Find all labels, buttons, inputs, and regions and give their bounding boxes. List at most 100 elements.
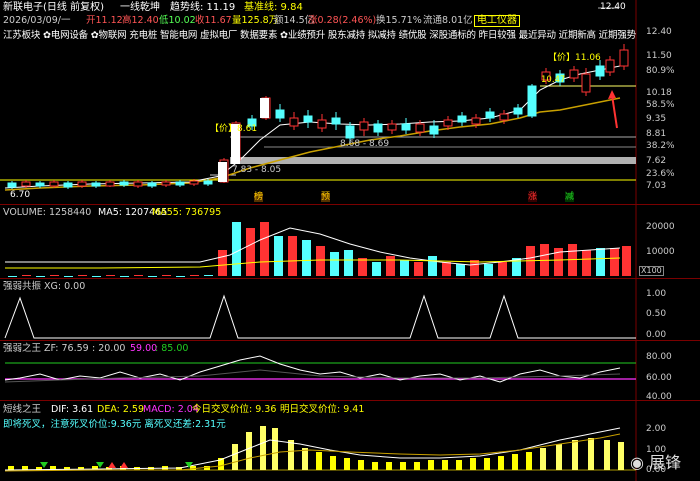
volume-bar [120, 276, 129, 277]
volume-bar [330, 252, 339, 276]
concept-tags[interactable]: 江苏板块 ✿电网设备 ✿物联网 充电桩 智能电网 虚拟电厂 数据要素 ✿业绩预升… [3, 31, 636, 41]
zf-axis-label: 60.00 [646, 373, 672, 383]
macd-bar [572, 440, 578, 470]
macd-bar [288, 440, 294, 470]
volume-bar [22, 275, 31, 276]
tomorrow-cross-price: 明日交叉价位: 9.41 [280, 404, 365, 415]
volume-bar [148, 276, 157, 277]
macd-bar [358, 460, 364, 470]
industry-tag[interactable]: 电工仪器 [474, 15, 520, 27]
volume-bar [596, 248, 605, 276]
death-cross-note: 即将死叉，注意死叉价位:9.36元 离死叉还差:2.31元 [3, 419, 226, 430]
volume-bar [50, 275, 59, 276]
macd-bar [386, 462, 392, 470]
price-axis-label: 80.9% [646, 66, 675, 76]
zf-value-3: : 85.00 [155, 343, 189, 354]
quote-volume: 量125.8万 [232, 15, 279, 26]
range-a: 8.68 - 8.69 [340, 139, 390, 149]
macd-bar [414, 462, 420, 470]
signal-marker: 榜 [254, 192, 264, 202]
candle-body [415, 123, 425, 133]
candle-body [499, 113, 509, 121]
quote-open: 开11.12 [86, 15, 123, 26]
candle-body [471, 117, 481, 125]
price-axis-label: 7.62 [646, 156, 667, 166]
zf-axis-label: 40.00 [646, 392, 672, 402]
candle-body [7, 182, 17, 188]
volume-bar [274, 236, 283, 276]
chart-low-mark: 6.70 [10, 190, 31, 200]
fib-band [230, 157, 636, 164]
level-a: 10.47 [541, 75, 566, 85]
price-axis-label: 8.81 [646, 129, 667, 139]
macd-axis-label: 2.00 [646, 424, 667, 434]
macd-bar [470, 458, 476, 470]
macd-bar [456, 460, 462, 470]
macd-bar [556, 444, 562, 470]
base-line-value: 基准线: 9.84 [244, 2, 303, 13]
candle-body [331, 117, 341, 125]
candle-body [91, 182, 101, 187]
volume-bar [428, 256, 437, 276]
candle-body [485, 111, 495, 119]
watermark-logo: ◉ 展锋 [630, 455, 681, 471]
candle-body [359, 121, 369, 131]
candle-body [581, 73, 591, 93]
candle-body [21, 181, 31, 187]
candle-body [527, 85, 537, 117]
volume-unit: X100 [639, 266, 664, 276]
volume-bar [316, 246, 325, 276]
range-b: 7.83 - 8.05 [232, 165, 282, 175]
candle-body [175, 181, 185, 186]
price-axis-label: 23.6% [646, 169, 675, 179]
volume-bar [288, 236, 297, 276]
candle-body [457, 115, 467, 123]
macd-bar [400, 462, 406, 470]
price-axis-label: 11.50 [646, 51, 672, 61]
macd-bar [330, 456, 336, 470]
macd-bar [272, 428, 278, 470]
macd-bar [442, 460, 448, 470]
price-axis-label: 9.35 [646, 114, 667, 124]
macd-bar [302, 448, 308, 470]
volume-bar [498, 262, 507, 276]
candle-body [35, 182, 45, 187]
macd-bar [428, 460, 434, 470]
volume-bar [414, 262, 423, 276]
stock-title[interactable]: 新联电子(日线 前复权) [3, 3, 104, 13]
signal-marker: 减 [565, 192, 575, 202]
volume-bar [582, 250, 591, 276]
volume-bar [162, 275, 171, 276]
macd-bar [372, 462, 378, 470]
volume-bar [36, 276, 45, 277]
volume-axis-label: 20000 [646, 222, 675, 232]
volume-bar [246, 228, 255, 276]
candle-body [443, 119, 453, 127]
volume-bar [78, 275, 87, 276]
xg-axis-label: 0.00 [646, 330, 667, 340]
volume-bar [106, 275, 115, 276]
candle-body [513, 107, 523, 115]
volume-bar [92, 276, 101, 277]
signal-marker: 涨 [528, 192, 538, 202]
ma-indicator-label: 一线乾坤 [120, 2, 160, 13]
candle-body [429, 125, 439, 135]
macd-bar [526, 452, 532, 470]
macd-bar [512, 454, 518, 470]
candle-body [105, 181, 115, 187]
candle-body [189, 180, 199, 185]
volume-bar [190, 275, 199, 276]
trend-line-value: 趋势线: 11.19 [170, 2, 236, 13]
candle-body [569, 69, 579, 79]
candle-body [605, 59, 615, 73]
macd-panel-title: 短线之王 [3, 404, 42, 415]
candle-body [401, 123, 411, 131]
candle-body [303, 115, 313, 123]
volume-bar [456, 264, 465, 276]
candle-body [218, 162, 227, 182]
zf-axis-label: 80.00 [646, 352, 672, 362]
macd-dea: DEA: 2.59 [97, 404, 145, 415]
quote-float-cap: 流通8.01亿 [423, 15, 473, 26]
zf-label: 强弱之王 ZF: 76.59 [3, 343, 89, 354]
volume-bar [622, 246, 631, 276]
